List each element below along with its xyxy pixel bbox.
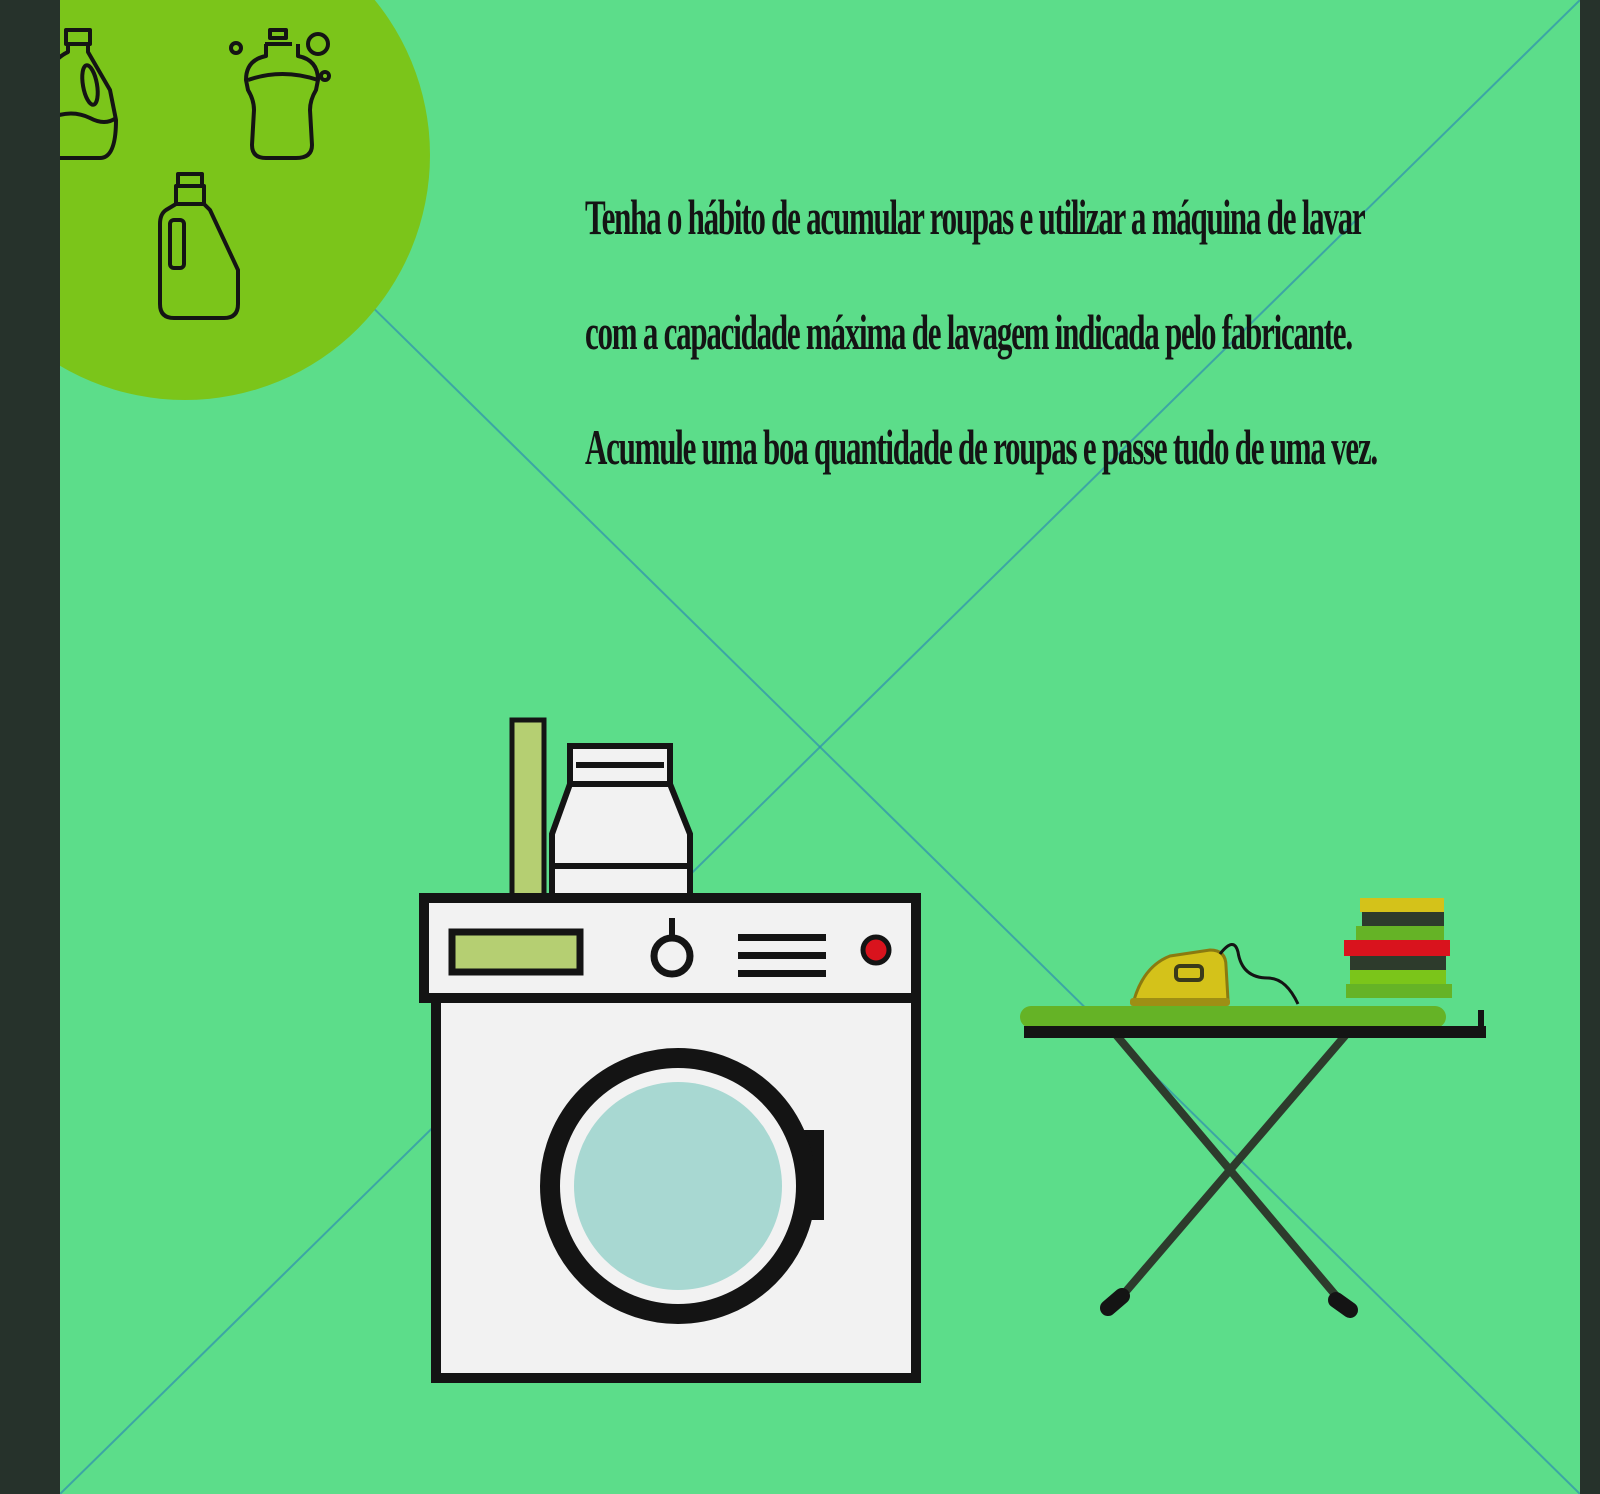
corner-circle — [60, 0, 430, 400]
tip-text: Tenha o hábito de acumular roupas e util… — [585, 160, 1545, 505]
iron-icon — [1130, 943, 1300, 1006]
tip-line-2: com a capacidade máxima de lavagem indic… — [585, 304, 1353, 360]
washing-machine-icon — [419, 717, 921, 1383]
tip-line-1: Tenha o hábito de acumular roupas e util… — [585, 189, 1366, 245]
poster-canvas: Tenha o hábito de acumular roupas e util… — [60, 0, 1580, 1494]
tip-line-3: Acumule uma boa quantidade de roupas e p… — [585, 419, 1378, 475]
ironing-board-icon — [1020, 1006, 1486, 1318]
folded-clothes-icon — [1344, 898, 1452, 998]
